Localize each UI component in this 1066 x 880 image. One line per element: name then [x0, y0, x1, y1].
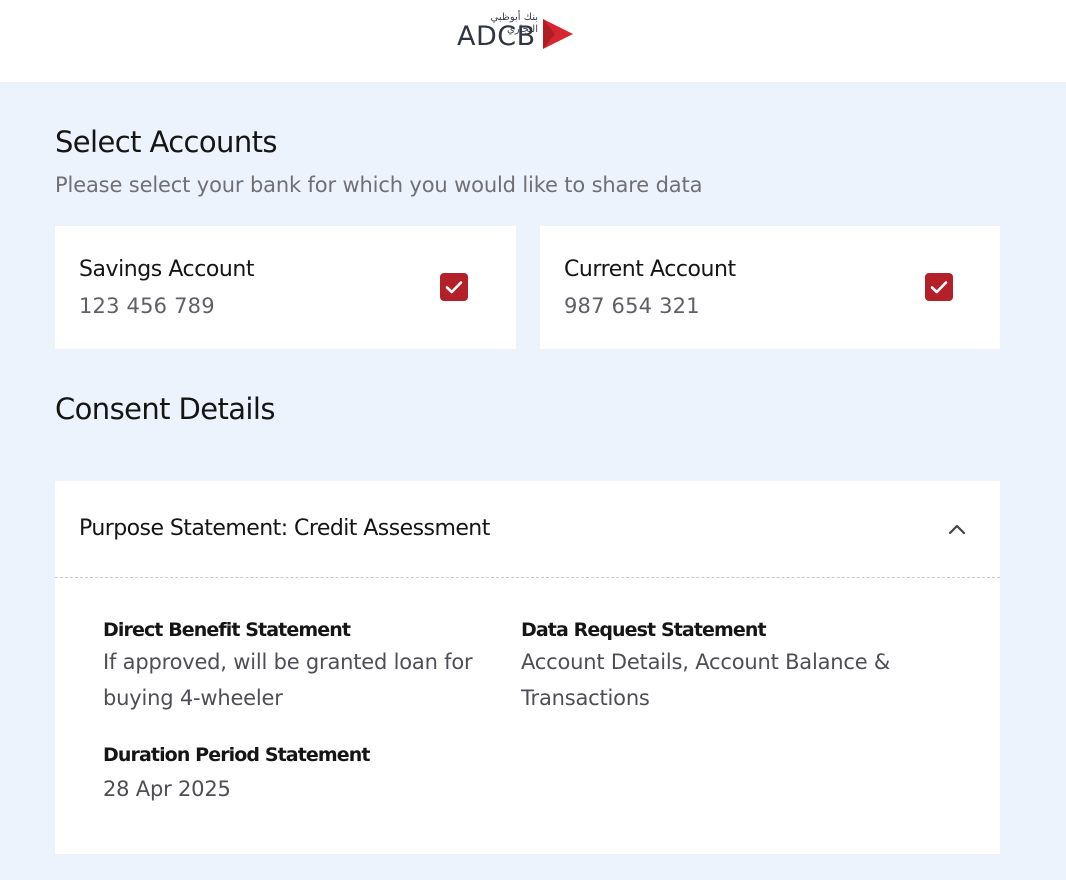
adcb-arrow-logo-icon	[543, 19, 573, 49]
account-number: 987 654 321	[564, 294, 700, 318]
data-request-label: Data Request Statement	[521, 619, 767, 641]
duration-period-value: 28 Apr 2025	[103, 777, 231, 801]
section-title-consent-details: Consent Details	[55, 392, 275, 426]
page-title-select-accounts: Select Accounts	[55, 125, 277, 159]
data-request-value: Account Details, Account Balance & Trans…	[521, 650, 891, 710]
account-name: Savings Account	[79, 257, 255, 282]
select-accounts-subtitle: Please select your bank for which you wo…	[55, 173, 703, 197]
account-checkbox-current[interactable]	[925, 273, 953, 301]
account-name: Current Account	[564, 257, 736, 282]
chevron-up-icon[interactable]	[946, 519, 968, 541]
purpose-accordion-header[interactable]: Purpose Statement: Credit Assessment	[55, 481, 1000, 578]
consent-accordion: Purpose Statement: Credit Assessment Dir…	[55, 481, 1000, 854]
direct-benefit-label: Direct Benefit Statement	[103, 619, 351, 641]
check-icon	[930, 281, 948, 294]
logo-wordmark: ADCB	[457, 21, 536, 52]
account-card-current[interactable]: Current Account 987 654 321	[540, 226, 1000, 349]
direct-benefit-value: If approved, will be granted loan for bu…	[103, 650, 473, 710]
duration-period-label: Duration Period Statement	[103, 744, 370, 766]
account-number: 123 456 789	[79, 294, 215, 318]
account-card-savings[interactable]: Savings Account 123 456 789	[55, 226, 516, 349]
purpose-statement: Purpose Statement: Credit Assessment	[79, 516, 490, 541]
adcb-logo: بنك أبوظبي التجاري ADCB	[456, 12, 578, 54]
account-checkbox-savings[interactable]	[440, 273, 468, 301]
check-icon	[445, 281, 463, 294]
app-header: بنك أبوظبي التجاري ADCB	[0, 0, 1066, 82]
